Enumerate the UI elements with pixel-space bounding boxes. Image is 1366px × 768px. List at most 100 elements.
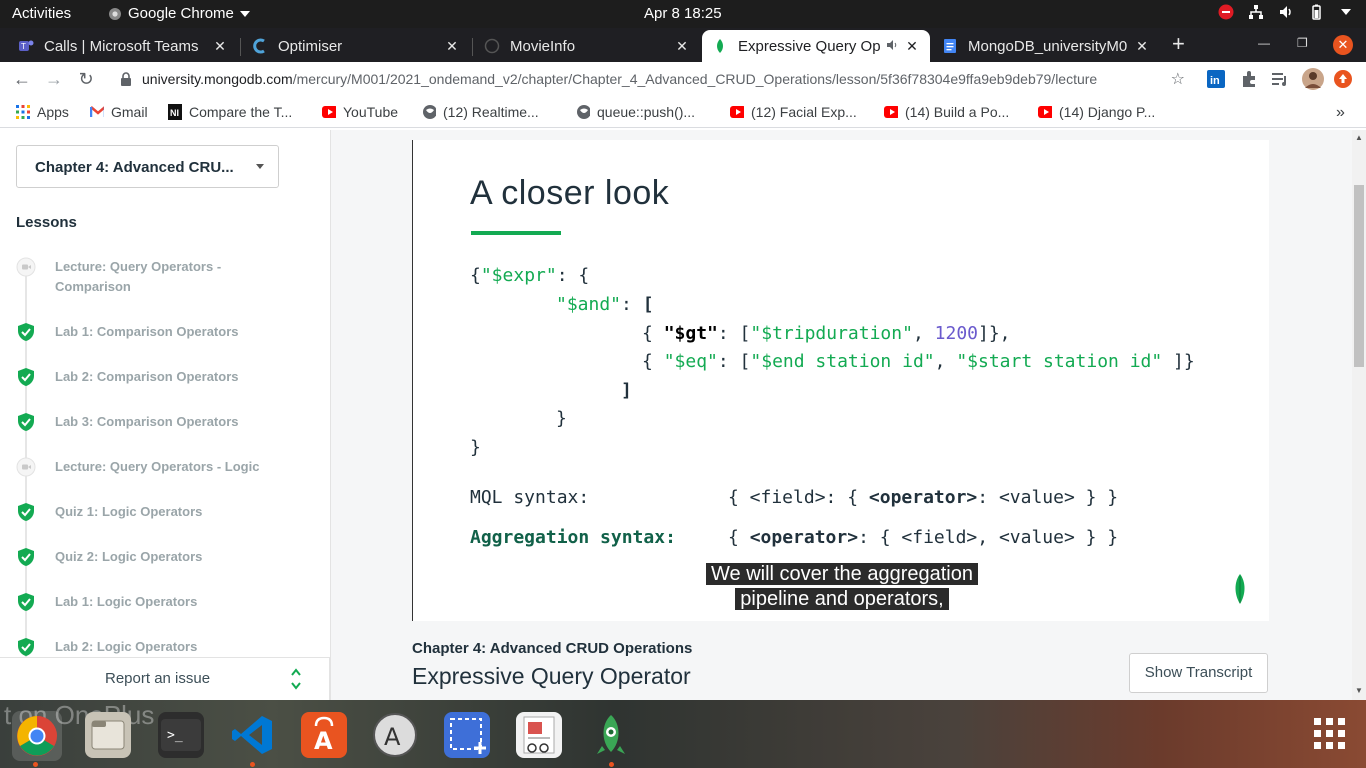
url-host: university.mongodb.com xyxy=(142,71,293,87)
running-indicator xyxy=(250,762,255,767)
bookmark-gmail[interactable]: Gmail xyxy=(90,104,148,120)
video-player[interactable]: A closer look {"$expr": { "$and": [ { "$… xyxy=(412,140,1269,621)
software-center-dock-icon[interactable]: A xyxy=(301,712,347,758)
robo3t-dock-icon[interactable] xyxy=(588,712,634,758)
bookmark-queue-push[interactable]: queue::push()... xyxy=(576,104,695,120)
shield-check-icon xyxy=(16,637,36,657)
code-line: "$and": [ xyxy=(556,294,654,315)
tab-optimiser[interactable]: Optimiser ✕ xyxy=(242,30,470,62)
tab-movieinfo[interactable]: MovieInfo ✕ xyxy=(474,30,700,62)
reload-button[interactable]: ↻ xyxy=(75,68,97,90)
bookmark-django[interactable]: (14) Django P... xyxy=(1038,104,1155,120)
youtube-icon xyxy=(322,105,336,119)
bookmark-build-a-po[interactable]: (14) Build a Po... xyxy=(884,104,1009,120)
scroll-up-icon[interactable]: ▲ xyxy=(1355,133,1363,142)
lesson-item[interactable]: Lecture: Query Operators - Comparison xyxy=(16,257,316,297)
tab-strip: T Calls | Microsoft Teams ✕ Optimiser ✕ … xyxy=(0,28,1366,62)
tab-mongodb-university-doc[interactable]: MongoDB_universityM0 ✕ xyxy=(932,30,1160,62)
screenshot-dock-icon[interactable] xyxy=(444,712,490,758)
chapter-select-label: Chapter 4: Advanced CRU... xyxy=(35,159,234,176)
new-tab-button[interactable]: + xyxy=(1172,33,1185,55)
updater-dock-icon[interactable]: A xyxy=(372,712,418,758)
bookmark-label: queue::push()... xyxy=(597,104,696,120)
teams-icon: T xyxy=(18,38,34,54)
bookmark-star-icon[interactable]: ☆ xyxy=(1171,69,1185,89)
bookmark-facial-exp[interactable]: (12) Facial Exp... xyxy=(730,104,857,120)
terminal-dock-icon[interactable]: >_ xyxy=(158,712,204,758)
youtube-icon xyxy=(730,105,744,119)
close-tab-icon[interactable]: ✕ xyxy=(212,38,228,55)
bookmark-label: (14) Build a Po... xyxy=(905,104,1010,120)
show-transcript-button[interactable]: Show Transcript xyxy=(1129,653,1268,693)
compare-icon: NI xyxy=(168,104,182,120)
network-icon[interactable] xyxy=(1248,4,1264,20)
bookmark-youtube[interactable]: YouTube xyxy=(322,104,398,120)
svg-text:NI: NI xyxy=(170,108,179,118)
browser-toolbar: ← → ↻ university.mongodb.com/mercury/M00… xyxy=(0,62,1366,97)
system-menu-caret-icon[interactable] xyxy=(1338,4,1354,20)
globe-icon xyxy=(484,38,500,54)
forward-button[interactable]: → xyxy=(43,68,65,90)
lesson-label: Lab 2: Comparison Operators xyxy=(55,369,239,384)
bookmark-label: Gmail xyxy=(111,104,148,120)
update-chrome-icon[interactable] xyxy=(1334,70,1352,88)
window-close-button[interactable]: ✕ xyxy=(1333,35,1353,55)
bookmark-realtime[interactable]: (12) Realtime... xyxy=(422,104,539,120)
back-button[interactable]: ← xyxy=(11,68,33,90)
slide-title-underline xyxy=(471,231,561,235)
caret-down-icon xyxy=(256,164,264,169)
more-bookmarks-chevron-icon[interactable]: » xyxy=(1336,104,1345,122)
profile-avatar[interactable] xyxy=(1302,68,1324,90)
chrome-dock-icon[interactable] xyxy=(12,711,62,761)
lesson-label: Quiz 1: Logic Operators xyxy=(55,504,203,519)
app-menu-label: Google Chrome xyxy=(128,5,234,22)
tab-microsoft-teams[interactable]: T Calls | Microsoft Teams ✕ xyxy=(8,30,238,62)
page-scrollbar[interactable]: ▲ ▼ xyxy=(1352,130,1366,700)
chapter-select[interactable]: Chapter 4: Advanced CRU... xyxy=(16,145,279,188)
bookmark-label: (12) Realtime... xyxy=(443,104,539,120)
system-tray[interactable] xyxy=(1218,4,1354,20)
bookmark-apps[interactable]: Apps xyxy=(16,104,69,120)
caret-down-icon xyxy=(239,10,250,17)
bookmark-compare[interactable]: NI Compare the T... xyxy=(168,104,292,120)
report-issue-button[interactable]: Report an issue xyxy=(105,670,210,687)
code-line: { "$gt": ["$tripduration", 1200]}, xyxy=(642,323,1011,344)
ubuntu-dock: t on OnePlus >_ A A xyxy=(0,700,1366,768)
lock-icon[interactable] xyxy=(120,72,132,91)
close-tab-icon[interactable]: ✕ xyxy=(1134,38,1150,55)
vscode-dock-icon[interactable] xyxy=(229,712,275,758)
bookmark-label: (12) Facial Exp... xyxy=(751,104,857,120)
close-tab-icon[interactable]: ✕ xyxy=(444,38,460,55)
caption-line: We will cover the aggregation xyxy=(706,563,978,585)
close-tab-icon[interactable]: ✕ xyxy=(674,38,690,55)
maximize-button[interactable]: ❐ xyxy=(1297,36,1308,50)
audio-playing-icon[interactable] xyxy=(886,38,898,55)
scroll-down-icon[interactable]: ▼ xyxy=(1355,686,1363,695)
address-bar[interactable]: university.mongodb.com/mercury/M001/2021… xyxy=(110,65,1195,94)
minimize-button[interactable]: — xyxy=(1258,36,1270,50)
app-menu[interactable]: Google Chrome xyxy=(108,5,250,22)
code-line: { "$eq": ["$end station id", "$start sta… xyxy=(642,351,1195,372)
clock[interactable]: Apr 8 18:25 xyxy=(644,5,722,22)
google-docs-icon xyxy=(942,38,958,54)
scrollbar-thumb[interactable] xyxy=(1354,185,1364,367)
linkedin-extension-icon[interactable]: in xyxy=(1207,70,1225,88)
bookmark-label: Compare the T... xyxy=(189,104,293,120)
files-dock-icon[interactable] xyxy=(85,712,131,758)
do-not-disturb-icon[interactable] xyxy=(1218,4,1234,20)
activities-button[interactable]: Activities xyxy=(12,5,71,22)
document-viewer-dock-icon[interactable] xyxy=(516,712,562,758)
extensions-puzzle-icon[interactable] xyxy=(1240,70,1258,88)
code-line: } xyxy=(556,408,567,429)
battery-icon[interactable] xyxy=(1308,4,1324,20)
show-applications-button[interactable] xyxy=(1313,717,1347,751)
tab-expressive-query-operator[interactable]: Expressive Query Op ✕ xyxy=(702,30,930,62)
media-control-icon[interactable] xyxy=(1271,70,1289,88)
close-tab-icon[interactable]: ✕ xyxy=(904,38,920,55)
lecture-title: Expressive Query Operator xyxy=(412,663,691,689)
video-icon xyxy=(16,257,36,277)
expand-collapse-icon[interactable] xyxy=(290,666,302,697)
web-page: Chapter 4: Advanced CRU... Lessons Lectu… xyxy=(0,130,1366,700)
tab-title: MongoDB_universityM0 xyxy=(968,37,1128,55)
volume-icon[interactable] xyxy=(1278,4,1294,20)
